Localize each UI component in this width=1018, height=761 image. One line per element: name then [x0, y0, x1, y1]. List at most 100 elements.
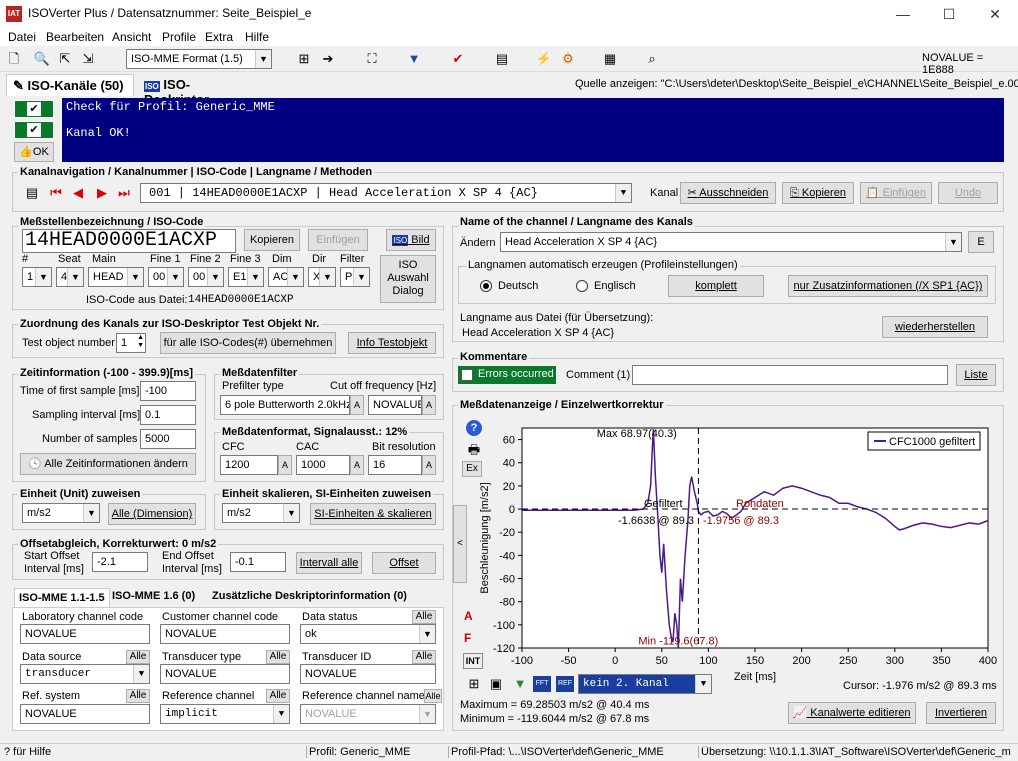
transducer-type-all-button[interactable]: Alle — [266, 650, 290, 664]
reference-channel-name-select[interactable]: NOVALUE ▼ — [300, 704, 436, 724]
iso-ref-icon[interactable]: REF — [556, 676, 574, 692]
copy-button[interactable]: ⎘ Kopieren — [782, 182, 854, 204]
close-button[interactable]: ✕ — [972, 0, 1018, 28]
report-icon[interactable]: ▤ — [492, 49, 512, 69]
lab-channel-code-input[interactable]: NOVALUE — [20, 624, 150, 644]
acceleration-chart[interactable]: -100 -50 0 50 100 150 200 250 300 350 4006040200-2… — [466, 422, 998, 690]
info-test-object-button[interactable]: Info Testobjekt — [348, 332, 436, 354]
prefilter-type-input[interactable]: 6 pole Butterworth 2.0kHz — [220, 395, 350, 415]
reference-channel-select[interactable]: implicit ▼ — [160, 704, 290, 724]
ref-system-all-button[interactable]: Alle — [126, 689, 150, 703]
group-icon[interactable]: ⛶ — [362, 49, 382, 69]
cfc-input[interactable]: 1200 — [220, 455, 278, 475]
bits-a-button[interactable]: A — [422, 455, 436, 475]
iso-fine2-select[interactable]: 00 ▼ — [188, 267, 224, 287]
iso-seat-select[interactable]: 4 ▼ — [56, 267, 84, 287]
interval-all-button[interactable]: Intervall alle — [296, 552, 362, 574]
menu-profile[interactable]: Profile — [162, 30, 196, 44]
data-source-all-button[interactable]: Alle — [126, 650, 150, 664]
settings-icon[interactable]: ⚙ — [558, 49, 578, 69]
undo-button[interactable]: Undo — [938, 182, 998, 204]
change-time-info-button[interactable]: 🕓 Alle Zeitinformationen ändern — [20, 453, 196, 475]
iso-fine3-select[interactable]: E1 ▼ — [228, 267, 264, 287]
check-icon[interactable]: ✔ — [448, 49, 468, 69]
menu-datei[interactable]: Datei — [8, 30, 36, 44]
reference-channel-name-all-button[interactable]: Alle — [424, 689, 442, 703]
prefilter-type-a-button[interactable]: A — [350, 395, 364, 415]
iso-paste-button[interactable]: Einfügen — [308, 229, 368, 251]
cfc-a-button[interactable]: A — [278, 455, 292, 475]
edit-channel-values-button[interactable]: 📈 Kanalwerte editieren — [788, 702, 916, 724]
start-offset-input[interactable]: -2.1 — [92, 552, 148, 572]
komplett-button[interactable]: komplett — [668, 275, 764, 297]
reference-channel-all-button[interactable]: Alle — [266, 689, 290, 703]
zusatz-info-button[interactable]: nur Zusatzinformationen (/X SP1 {AC}) — [788, 275, 988, 297]
source-path[interactable]: Quelle anzeigen: "C:\Users\deter\Desktop… — [575, 78, 1018, 90]
transducer-id-all-button[interactable]: Alle — [412, 650, 436, 664]
zoom-area-icon[interactable]: ▣ — [486, 674, 506, 694]
format-select[interactable]: ISO-MME Format (1.5) ▼ — [126, 49, 272, 69]
iso-selection-dialog-button[interactable]: ISO Auswahl Dialog — [380, 255, 436, 303]
new-file-icon[interactable]: 🗋 — [4, 49, 24, 69]
first-sample-input[interactable]: -100 — [140, 381, 196, 401]
iso-main-select[interactable]: HEAD ▼ — [88, 267, 144, 287]
cac-a-button[interactable]: A — [350, 455, 364, 475]
tab-iso-channels[interactable]: ✎ ISO-Kanäle (50) — [6, 74, 134, 96]
sampling-interval-input[interactable]: 0.1 — [140, 405, 196, 425]
tab-iso-mme-16[interactable]: ISO-MME 1.6 (0) — [112, 590, 195, 602]
minimize-button[interactable]: — — [880, 0, 926, 28]
unit-select[interactable]: m/s2 ▼ — [22, 503, 100, 523]
maximize-button[interactable]: ☐ — [926, 0, 972, 28]
customer-channel-code-input[interactable]: NOVALUE — [160, 624, 290, 644]
iso-dim-select[interactable]: AC ▼ — [268, 267, 304, 287]
menu-extra[interactable]: Extra — [205, 30, 233, 44]
transducer-type-input[interactable]: NOVALUE — [160, 664, 290, 684]
tab-iso-descriptor[interactable]: ISO ISO-Deskriptor — [138, 74, 260, 107]
nav-list-icon[interactable]: ▤ — [22, 183, 42, 203]
apply-all-iso-button[interactable]: für alle ISO-Codes(#) übernehmen — [160, 332, 336, 354]
fft-icon[interactable]: FFT — [533, 676, 551, 692]
comments-list-button[interactable]: Liste — [956, 364, 996, 386]
invert-button[interactable]: Invertieren — [926, 702, 996, 724]
deutsch-radio[interactable] — [480, 280, 492, 292]
collapse-handle-icon[interactable]: < — [453, 505, 467, 583]
bit-resolution-input[interactable]: 16 — [368, 455, 422, 475]
chart-filter-icon[interactable]: ▼ — [510, 674, 530, 694]
paste-button[interactable]: 📋 Einfügen — [860, 182, 932, 204]
offset-button[interactable]: Offset — [372, 552, 436, 574]
zoom-chart-icon[interactable]: ⌕ — [642, 49, 662, 69]
menu-ansicht[interactable]: Ansicht — [112, 30, 151, 44]
preview-icon[interactable]: 🔍 — [32, 49, 52, 69]
iso-num-select[interactable]: 1 ▼ — [22, 267, 52, 287]
si-scale-button[interactable]: SI-Einheiten & skalieren — [310, 503, 436, 525]
restore-button[interactable]: wiederherstellen — [882, 316, 988, 338]
cutoff-input[interactable]: NOVALUE — [368, 395, 422, 415]
transducer-id-input[interactable]: NOVALUE — [300, 664, 436, 684]
prev-channel-icon[interactable]: ◀ — [68, 183, 88, 203]
cac-input[interactable]: 1000 — [296, 455, 350, 475]
channel-select[interactable]: 001 | 14HEAD0000E1ACXP | Head Accelerati… — [140, 183, 632, 203]
data-source-select[interactable]: transducer ▼ — [20, 664, 150, 684]
data-status-select[interactable]: ok ▼ — [300, 624, 436, 644]
menu-hilfe[interactable]: Hilfe — [245, 30, 269, 44]
second-channel-select[interactable]: kein 2. Kanal ▼ — [578, 674, 712, 694]
table-icon[interactable]: ▦ — [600, 49, 620, 69]
num-samples-input[interactable]: 5000 — [140, 429, 196, 449]
data-status-all-button[interactable]: Alle — [412, 610, 436, 624]
chart-edit-icon[interactable]: ⚡ — [534, 49, 554, 69]
move-channel-icon[interactable]: ➔ — [318, 49, 338, 69]
import-icon[interactable]: ⇱ — [55, 49, 75, 69]
add-channel-icon[interactable]: ⊞ — [294, 49, 314, 69]
englisch-radio[interactable] — [576, 280, 588, 292]
unit-all-button[interactable]: Alle (Dimension) — [108, 503, 196, 525]
iso-fine1-select[interactable]: 00 ▼ — [148, 267, 184, 287]
menu-bearbeiten[interactable]: Bearbeiten — [46, 30, 104, 44]
bild-button[interactable]: ISO Bild — [386, 229, 436, 251]
iso-dir-select[interactable]: X ▼ — [308, 267, 336, 287]
channel-name-select[interactable]: Head Acceleration X SP 4 {AC} ▼ — [500, 232, 962, 252]
iso-code-input[interactable]: 14HEAD0000E1ACXP — [22, 229, 236, 253]
iso-filter-select[interactable]: P ▼ — [340, 267, 370, 287]
ref-system-input[interactable]: NOVALUE — [20, 704, 150, 724]
grid-icon[interactable]: ⊞ — [464, 674, 484, 694]
iso-copy-button[interactable]: Kopieren — [244, 229, 300, 251]
